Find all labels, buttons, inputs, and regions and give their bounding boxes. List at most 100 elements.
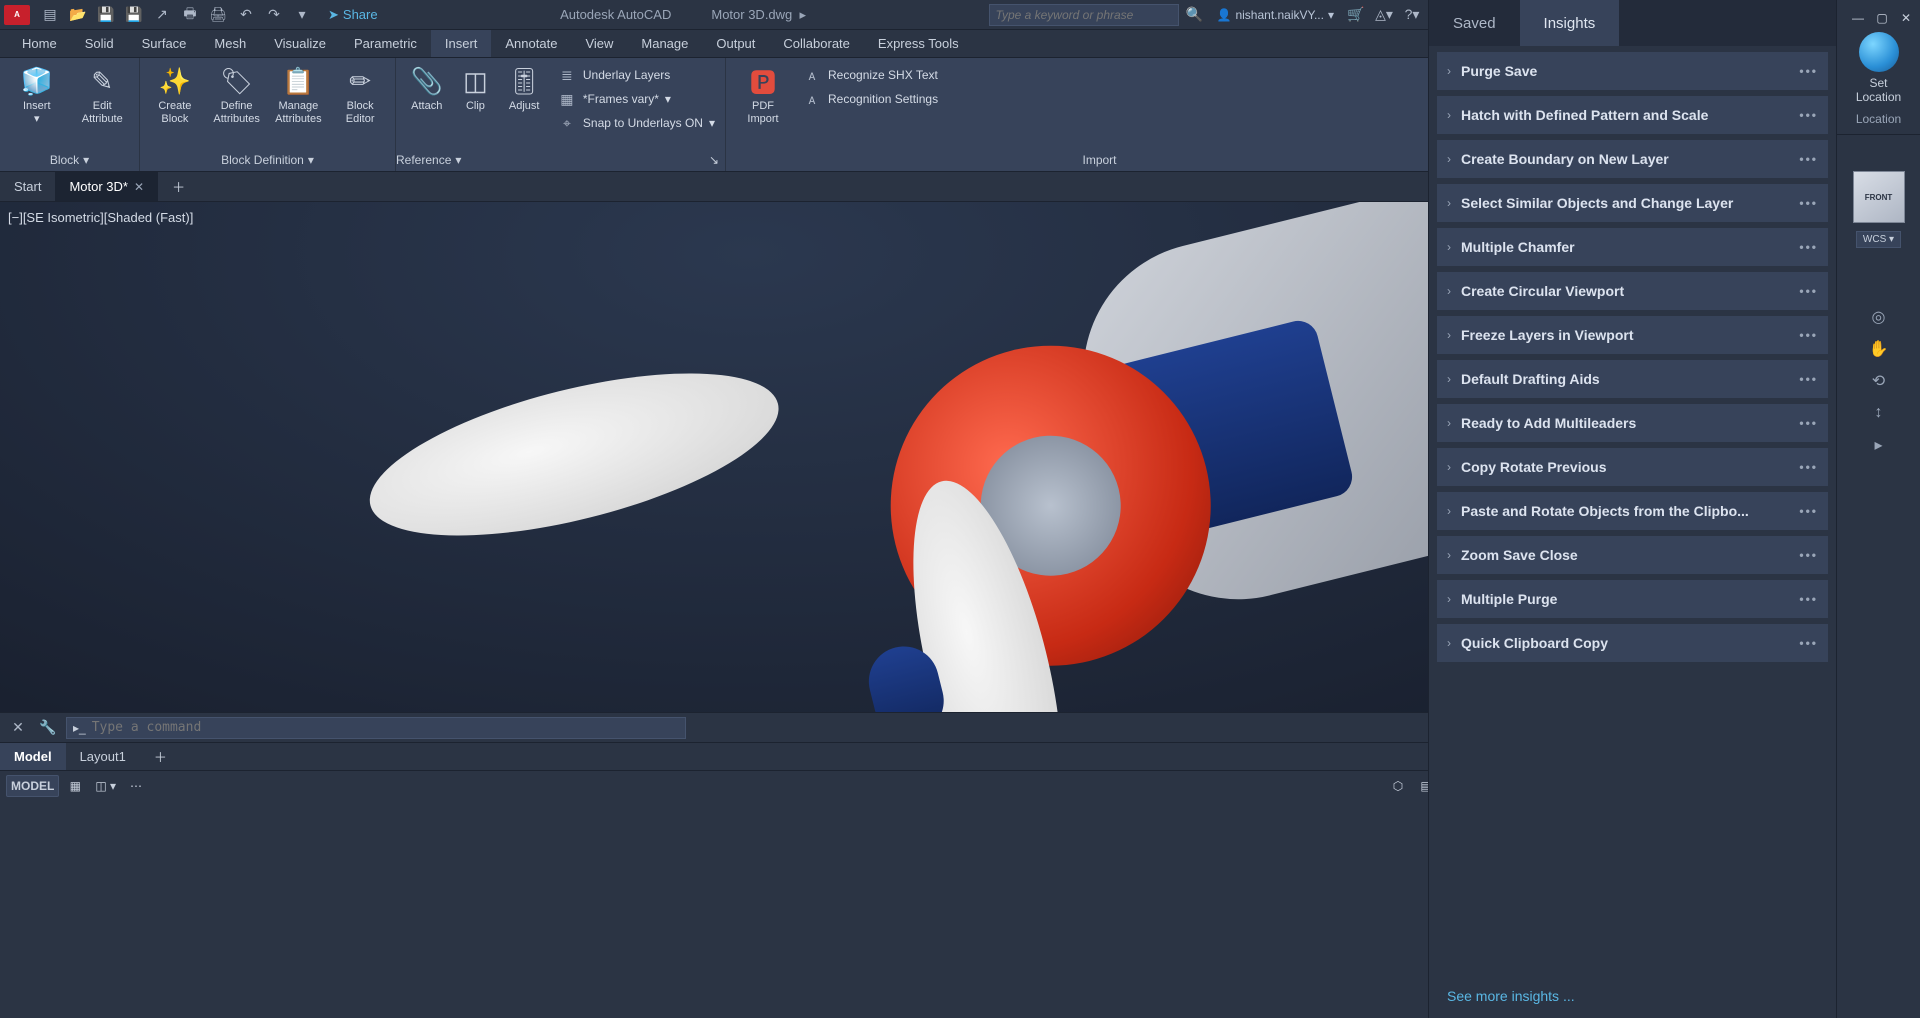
insight-item[interactable]: ›Quick Clipboard Copy•••: [1437, 624, 1828, 662]
insight-item[interactable]: ›Select Similar Objects and Change Layer…: [1437, 184, 1828, 222]
recognition-settings-button[interactable]: ᴀRecognition Settings: [798, 88, 942, 110]
insight-menu-icon[interactable]: •••: [1799, 460, 1818, 474]
snap-underlays-button[interactable]: ⌖Snap to Underlays ON ▾: [553, 112, 719, 134]
dock-close-icon[interactable]: ✕: [1896, 8, 1916, 28]
insight-menu-icon[interactable]: •••: [1799, 64, 1818, 78]
tab-visualize[interactable]: Visualize: [260, 30, 340, 57]
status-model[interactable]: MODEL: [6, 775, 59, 797]
tab-home[interactable]: Home: [8, 30, 71, 57]
insight-menu-icon[interactable]: •••: [1799, 504, 1818, 518]
nav-zoom-icon[interactable]: ↕: [1866, 400, 1892, 426]
tab-parametric[interactable]: Parametric: [340, 30, 431, 57]
insight-item[interactable]: ›Create Boundary on New Layer•••: [1437, 140, 1828, 178]
viewport-label[interactable]: [−][SE Isometric][Shaded (Fast)]: [8, 210, 193, 225]
insight-menu-icon[interactable]: •••: [1799, 636, 1818, 650]
dock-min-icon[interactable]: —: [1848, 8, 1868, 28]
adjust-button[interactable]: 🎚Adjust: [499, 62, 548, 113]
insight-menu-icon[interactable]: •••: [1799, 592, 1818, 606]
block-editor-button[interactable]: ✏Block Editor: [331, 62, 389, 126]
panel-block-title[interactable]: Block ▾: [0, 149, 139, 171]
panel-reference-title[interactable]: Reference ▾ ↘: [396, 149, 725, 171]
viewport[interactable]: [−][SE Isometric][Shaded (Fast)] COMMAND…: [0, 202, 1500, 712]
tab-surface[interactable]: Surface: [128, 30, 201, 57]
doctab-close-icon[interactable]: ✕: [134, 180, 144, 194]
tab-view[interactable]: View: [571, 30, 627, 57]
tab-express[interactable]: Express Tools: [864, 30, 973, 57]
tab-manage[interactable]: Manage: [627, 30, 702, 57]
a360-icon[interactable]: ◬▾: [1372, 3, 1396, 27]
ref-dialog-icon[interactable]: ↘: [709, 153, 725, 167]
qat-undo-icon[interactable]: ↶: [234, 3, 258, 27]
create-block-button[interactable]: ✨Create Block: [146, 62, 204, 126]
insight-item[interactable]: ›Paste and Rotate Objects from the Clipb…: [1437, 492, 1828, 530]
app-logo[interactable]: A: [4, 5, 30, 25]
qat-plot-icon[interactable]: 🖶: [178, 3, 202, 27]
attach-button[interactable]: 📎Attach: [402, 62, 451, 113]
insight-item[interactable]: ›Multiple Purge•••: [1437, 580, 1828, 618]
panel-blockdef-title[interactable]: Block Definition ▾: [140, 149, 395, 171]
insight-menu-icon[interactable]: •••: [1799, 108, 1818, 122]
insight-menu-icon[interactable]: •••: [1799, 548, 1818, 562]
search-icon[interactable]: 🔍: [1183, 3, 1207, 27]
pdf-import-button[interactable]: 🅿 PDF Import: [732, 62, 794, 126]
insight-item[interactable]: ›Create Circular Viewport•••: [1437, 272, 1828, 310]
frames-vary-button[interactable]: ▦*Frames vary* ▾: [553, 88, 719, 110]
nav-orbit-icon[interactable]: ⟲: [1866, 368, 1892, 394]
insight-item[interactable]: ›Purge Save•••: [1437, 52, 1828, 90]
status-grid-icon[interactable]: ▦: [63, 775, 87, 797]
qat-new-icon[interactable]: ▤: [38, 3, 62, 27]
manage-attributes-button[interactable]: 📋Manage Attributes: [270, 62, 328, 126]
insight-menu-icon[interactable]: •••: [1799, 152, 1818, 166]
insert-button[interactable]: 🧊 Insert▾: [6, 62, 68, 126]
doctab-add[interactable]: ＋: [158, 172, 199, 201]
underlay-layers-button[interactable]: ≣Underlay Layers: [553, 64, 719, 86]
insight-menu-icon[interactable]: •••: [1799, 196, 1818, 210]
qat-dropdown-icon[interactable]: ▾: [290, 3, 314, 27]
doctab-start[interactable]: Start: [0, 172, 55, 201]
doctab-current[interactable]: Motor 3D*✕: [55, 172, 158, 201]
insight-item[interactable]: ›Default Drafting Aids•••: [1437, 360, 1828, 398]
qat-openweb-icon[interactable]: ↗: [150, 3, 174, 27]
insight-item[interactable]: ›Hatch with Defined Pattern and Scale•••: [1437, 96, 1828, 134]
insight-menu-icon[interactable]: •••: [1799, 240, 1818, 254]
insight-item[interactable]: ›Zoom Save Close•••: [1437, 536, 1828, 574]
insights-more-link[interactable]: See more insights ...: [1429, 974, 1836, 1018]
status-snap-icon[interactable]: ◫ ▾: [91, 775, 120, 797]
globe-icon[interactable]: [1859, 32, 1899, 72]
define-attributes-button[interactable]: 🏷Define Attributes: [208, 62, 266, 126]
share-button[interactable]: ➤ Share: [328, 7, 378, 23]
qat-saveas-icon[interactable]: 💾: [122, 3, 146, 27]
tab-solid[interactable]: Solid: [71, 30, 128, 57]
cmd-customize-icon[interactable]: 🔧: [36, 716, 60, 740]
qat-open-icon[interactable]: 📂: [66, 3, 90, 27]
help-icon[interactable]: ?▾: [1400, 3, 1424, 27]
insight-item[interactable]: ›Freeze Layers in Viewport•••: [1437, 316, 1828, 354]
cmd-close-icon[interactable]: ✕: [6, 716, 30, 740]
layout-layout1[interactable]: Layout1: [66, 743, 140, 770]
command-input[interactable]: [92, 720, 679, 735]
insight-item[interactable]: ›Multiple Chamfer•••: [1437, 228, 1828, 266]
insight-menu-icon[interactable]: •••: [1799, 416, 1818, 430]
set-location-button[interactable]: Set Location: [1856, 76, 1901, 104]
recognize-shx-button[interactable]: ᴀRecognize SHX Text: [798, 64, 942, 86]
file-chevron-icon[interactable]: ▸: [800, 7, 807, 22]
nav-wheel-icon[interactable]: ◎: [1866, 304, 1892, 330]
layout-add[interactable]: ＋: [140, 743, 181, 770]
qat-redo-icon[interactable]: ↷: [262, 3, 286, 27]
status-anno-icon[interactable]: ⬡: [1386, 775, 1410, 797]
wcs-button[interactable]: WCS ▾: [1856, 231, 1901, 248]
insights-tab-saved[interactable]: Saved: [1429, 0, 1520, 46]
tab-output[interactable]: Output: [702, 30, 769, 57]
dock-max-icon[interactable]: ▢: [1872, 8, 1892, 28]
command-box[interactable]: ▸_: [66, 717, 686, 739]
tab-annotate[interactable]: Annotate: [491, 30, 571, 57]
viewcube[interactable]: FRONT: [1853, 171, 1905, 223]
qat-print-icon[interactable]: 🖨: [206, 3, 230, 27]
clip-button[interactable]: ◫Clip: [455, 62, 495, 113]
insight-menu-icon[interactable]: •••: [1799, 372, 1818, 386]
search-input[interactable]: [989, 4, 1179, 26]
tab-collaborate[interactable]: Collaborate: [769, 30, 864, 57]
insight-menu-icon[interactable]: •••: [1799, 284, 1818, 298]
tab-mesh[interactable]: Mesh: [200, 30, 260, 57]
nav-pan-icon[interactable]: ✋: [1866, 336, 1892, 362]
